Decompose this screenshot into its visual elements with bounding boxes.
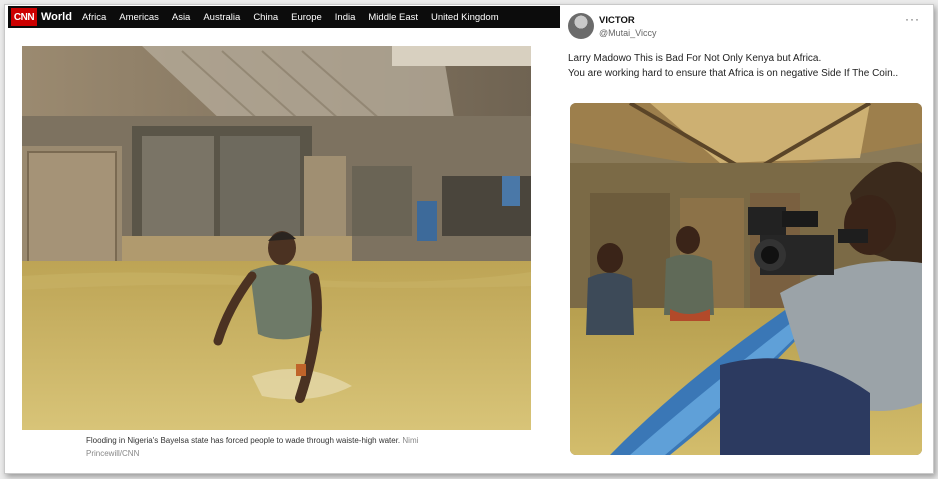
more-options-icon[interactable]: ··· [905, 12, 920, 26]
tweet-text: Larry Madowo This is Bad For Not Only Ke… [568, 51, 920, 81]
region-nav: Africa Americas Asia Australia China Eur… [82, 12, 499, 23]
user-handle[interactable]: @Mutai_Viccy [599, 28, 657, 38]
display-name[interactable]: VICTOR [599, 15, 635, 26]
nav-item-asia[interactable]: Asia [172, 12, 190, 23]
nav-item-china[interactable]: China [253, 12, 278, 23]
cnn-nav-bar: CNN World Africa Americas Asia Australia… [8, 6, 560, 28]
nav-item-europe[interactable]: Europe [291, 12, 322, 23]
nav-item-americas[interactable]: Americas [119, 12, 159, 23]
caption-text: Flooding in Nigeria's Bayelsa state has … [86, 436, 401, 445]
flood-photo[interactable] [22, 46, 531, 430]
nav-item-india[interactable]: India [335, 12, 356, 23]
nav-item-middle-east[interactable]: Middle East [368, 12, 418, 23]
section-title[interactable]: World [41, 11, 72, 23]
flood-scene-illustration [22, 46, 531, 430]
nav-item-australia[interactable]: Australia [203, 12, 240, 23]
user-avatar[interactable] [568, 13, 594, 39]
cnn-logo[interactable]: CNN [11, 8, 37, 26]
photo-caption: Flooding in Nigeria's Bayelsa state has … [86, 434, 446, 460]
film-crew-scene-illustration [570, 103, 922, 455]
tweet-line-2: You are working hard to ensure that Afri… [568, 68, 899, 79]
nav-item-africa[interactable]: Africa [82, 12, 106, 23]
nav-item-united-kingdom[interactable]: United Kingdom [431, 12, 499, 23]
tweet-card: VICTOR @Mutai_Viccy ··· Larry Madowo Thi… [566, 8, 928, 466]
tweet-photo[interactable] [570, 103, 922, 455]
tweet-line-1: Larry Madowo This is Bad For Not Only Ke… [568, 53, 822, 64]
